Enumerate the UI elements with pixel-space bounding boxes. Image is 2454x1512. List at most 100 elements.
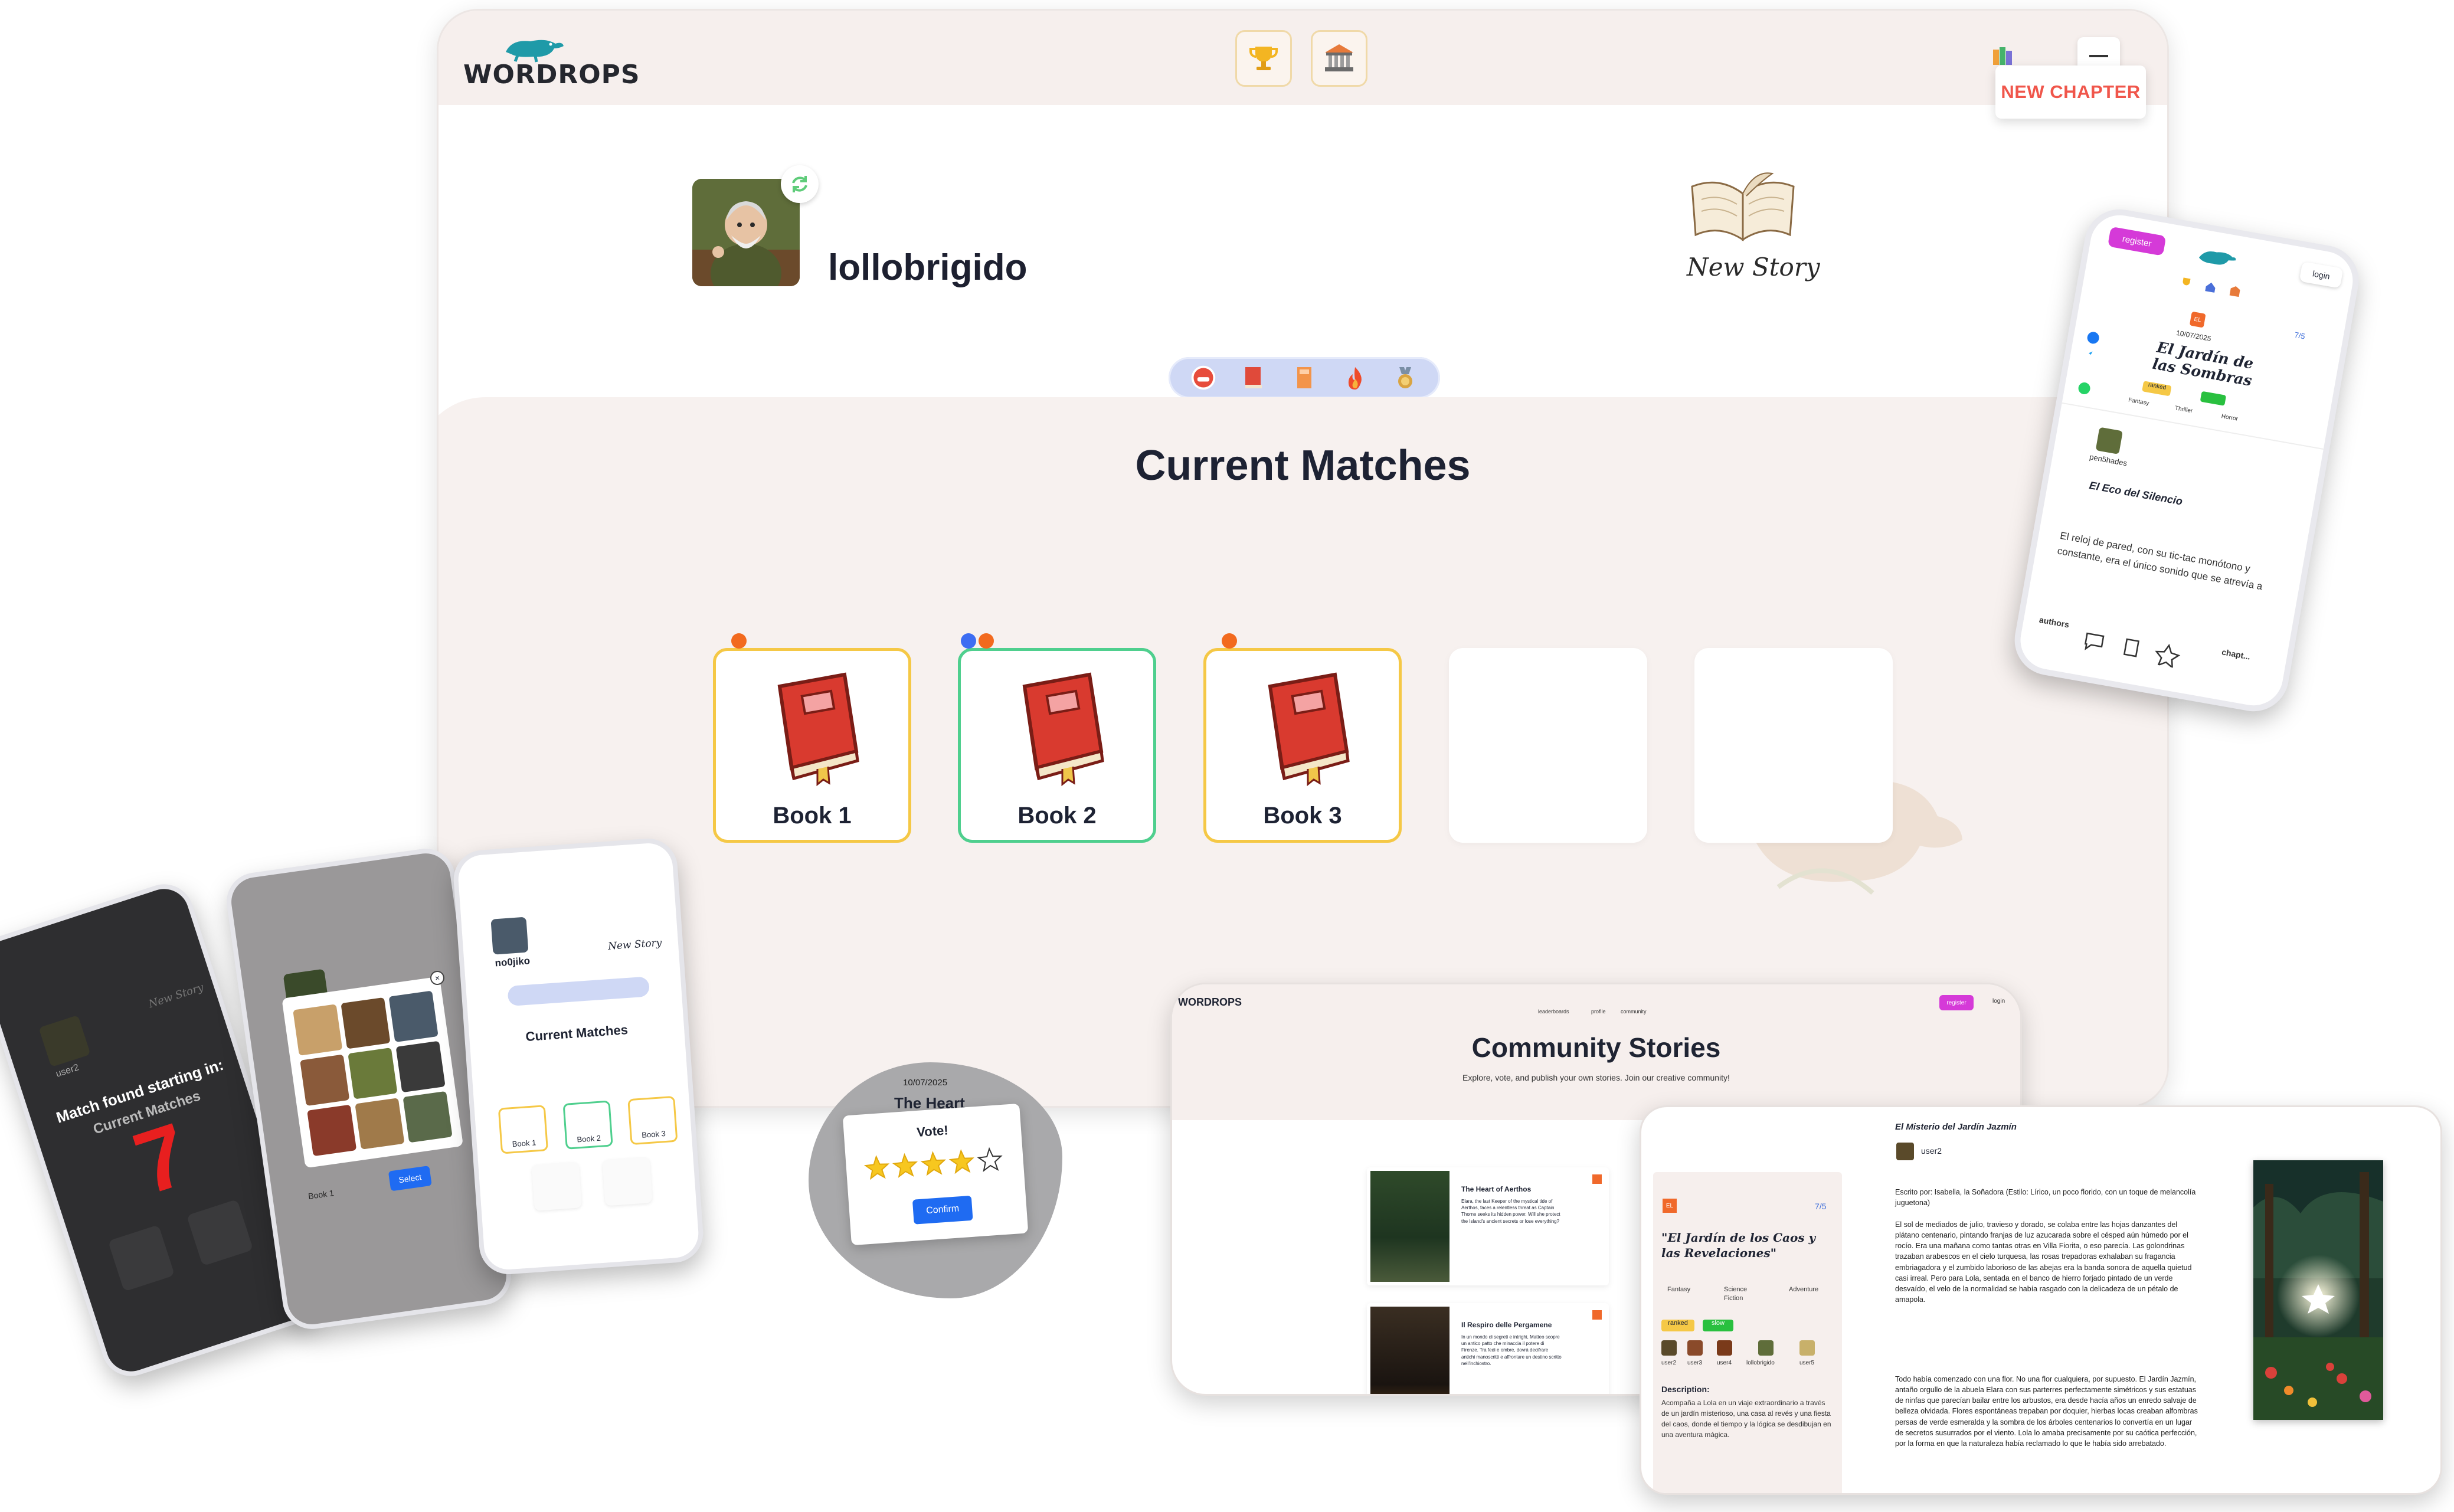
author-name: pen5hades	[2089, 452, 2128, 468]
ranked-tag: ranked	[2142, 381, 2172, 397]
book-label: Book 2	[1017, 803, 1097, 829]
story-title: "El Jardín de los Caos y las Revelacione…	[1661, 1230, 1816, 1260]
match-card-empty[interactable]	[1449, 648, 1647, 843]
tab-streak[interactable]	[1341, 364, 1369, 391]
chapter-author: user2	[1921, 1146, 1942, 1156]
avatar[interactable]	[692, 179, 800, 286]
chapter-paragraph: El sol de mediados de julio, travieso y …	[1895, 1220, 2192, 1304]
book-label: Book 3	[1263, 803, 1342, 829]
genre-tag: Adventure	[1789, 1286, 1819, 1293]
participant-name: lollobrigido	[1746, 1360, 1775, 1366]
nav-leaderboards[interactable]: leaderboards	[1538, 1008, 1569, 1015]
chapter-title: El Misterio del Jardín Jazmín	[1895, 1122, 2017, 1132]
vote-dialog: Vote! Confirm	[842, 1103, 1029, 1246]
red-button-icon	[1191, 365, 1216, 390]
match-card-book-1[interactable]: Book 1	[713, 633, 911, 843]
community-title: Community Stories	[1471, 1032, 1721, 1063]
community-button[interactable]	[1311, 30, 1367, 87]
story-card[interactable]: Il Respiro delle Pergamene In un mondo d…	[1367, 1303, 1609, 1394]
close-icon[interactable]: ×	[429, 970, 446, 986]
new-chapter-button[interactable]: NEW CHAPTER	[1995, 66, 2146, 119]
login-button[interactable]: login	[1992, 997, 2005, 1006]
chapter-excerpt: El reloj de pared, con su tic-tac monóto…	[2056, 529, 2264, 592]
select-button[interactable]: Select	[388, 1166, 432, 1192]
register-button[interactable]: register	[1939, 995, 1974, 1010]
status-tag	[2200, 391, 2227, 406]
avatar-option[interactable]	[395, 1040, 446, 1093]
story-card[interactable]: The Heart of Aerthos Elara, the last Kee…	[1367, 1167, 1609, 1285]
avatar-option[interactable]	[355, 1098, 405, 1150]
star-filled-icon[interactable]	[920, 1151, 946, 1176]
red-book-icon	[1245, 367, 1262, 388]
match-card-empty[interactable]	[531, 1161, 582, 1211]
genre-tag: Thriller	[2174, 405, 2194, 415]
rating: 7/5	[1815, 1202, 1827, 1211]
trophy-icon	[1249, 47, 1278, 70]
current-matches-title: Current Matches	[1135, 442, 1471, 489]
genre-tag: Fantasy	[2128, 397, 2150, 407]
avatar-option[interactable]	[341, 997, 391, 1049]
chapter-author-avatar[interactable]	[1896, 1143, 1914, 1160]
register-button[interactable]: register	[2107, 226, 2167, 256]
slot	[107, 1225, 175, 1292]
story-cover-image	[1370, 1307, 1450, 1394]
description-text: Acompaña a Lola en un viaje extraordinar…	[1661, 1399, 1831, 1439]
avatar	[1661, 1340, 1677, 1356]
logo-text: WORDROPS	[463, 60, 640, 90]
match-card-empty[interactable]	[1694, 648, 1893, 843]
avatar	[1799, 1340, 1815, 1356]
star-filled-icon[interactable]	[892, 1153, 918, 1178]
avatar-option[interactable]	[388, 990, 439, 1043]
username: user2	[54, 1062, 80, 1079]
match-card-book-1[interactable]: Book 1	[498, 1105, 549, 1154]
tab-chapters[interactable]	[1291, 364, 1318, 391]
wordrops-logo[interactable]: WORDROPS	[1178, 996, 1242, 1009]
story-badge	[1592, 1310, 1602, 1320]
nav-icons[interactable]	[2178, 274, 2244, 300]
star-filled-icon[interactable]	[863, 1155, 890, 1180]
login-button[interactable]: login	[2299, 261, 2344, 289]
match-card-book-2[interactable]: Book 2	[958, 633, 1156, 843]
story-summary: Elara, the last Keeper of the mystical t…	[1461, 1199, 1560, 1224]
match-card-empty[interactable]	[602, 1157, 653, 1206]
confirm-button[interactable]: Confirm	[912, 1195, 973, 1225]
avatar-option[interactable]	[293, 1004, 343, 1056]
match-card-book-3[interactable]: Book 3	[627, 1095, 678, 1146]
description-label: Description:	[1661, 1385, 1710, 1394]
social-share-icons[interactable]	[2075, 329, 2102, 401]
story-title: El Jardín de las Sombras	[2151, 338, 2255, 390]
story-badge: EL	[1663, 1199, 1677, 1213]
avatar	[1687, 1340, 1703, 1356]
avatar	[38, 1014, 91, 1068]
avatar-option[interactable]	[403, 1091, 453, 1143]
leaderboard-button[interactable]	[1235, 30, 1292, 87]
red-book-icon	[1268, 672, 1350, 787]
story-title: Il Respiro delle Pergamene	[1461, 1321, 1552, 1329]
username: lollobrigido	[828, 247, 1028, 288]
medal-icon	[1398, 367, 1413, 388]
avatar-option[interactable]	[348, 1048, 398, 1099]
tab-stories[interactable]	[1240, 364, 1267, 391]
refresh-avatar-button[interactable]	[781, 165, 819, 203]
profile-tabbar[interactable]	[507, 976, 650, 1007]
author-avatar[interactable]	[2095, 427, 2123, 454]
slot	[186, 1199, 254, 1266]
nav-community[interactable]: community	[1621, 1008, 1647, 1015]
written-by: Escrito por: Isabella, la Soñadora (Esti…	[1895, 1188, 2196, 1207]
match-card-book-3[interactable]: Book 3	[1203, 633, 1402, 843]
avatar-option[interactable]	[307, 1104, 357, 1157]
match-card-book-2[interactable]: Book 2	[562, 1100, 613, 1150]
star-rating[interactable]	[863, 1144, 1012, 1184]
tab-awards[interactable]	[1392, 364, 1419, 391]
nav-profile[interactable]: profile	[1591, 1008, 1606, 1015]
star-filled-icon[interactable]	[948, 1149, 974, 1174]
avatar	[1758, 1340, 1774, 1356]
story-date: 10/07/2025	[2175, 328, 2212, 343]
books-icon	[1993, 47, 2012, 65]
wordrops-logo[interactable]: WORDROPS	[463, 34, 640, 93]
new-story-button[interactable]: New Story	[1684, 170, 1820, 306]
star-empty-icon[interactable]	[977, 1147, 1003, 1172]
avatar-option[interactable]	[300, 1054, 350, 1107]
status-dot	[1222, 633, 1237, 649]
tab-active-matches[interactable]	[1190, 364, 1217, 391]
